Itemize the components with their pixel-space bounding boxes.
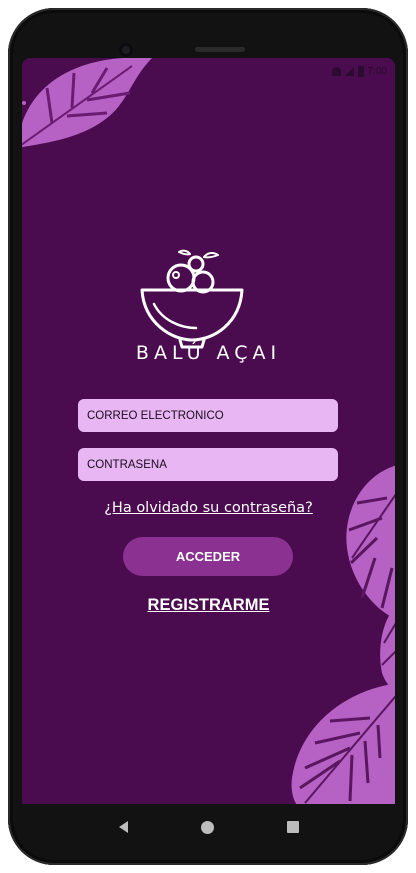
system-nav-bar <box>22 804 395 850</box>
earpiece-speaker <box>195 47 245 52</box>
back-icon[interactable] <box>118 821 128 833</box>
monstera-leaf-small-right-icon <box>380 607 395 691</box>
password-field[interactable] <box>78 448 338 481</box>
signal-icon <box>344 66 354 76</box>
status-time: 7:00 <box>367 65 387 77</box>
register-link[interactable]: REGISTRARME <box>22 596 395 615</box>
brand-name: BALÚ AÇAI <box>135 342 282 364</box>
email-field[interactable] <box>78 399 338 432</box>
home-icon[interactable] <box>200 820 214 834</box>
status-bar: 7:00 <box>331 63 387 79</box>
forgot-password-link[interactable]: ¿Ha olvidado su contraseña? <box>22 500 395 516</box>
wifi-icon <box>331 66 341 76</box>
login-button[interactable]: ACCEDER <box>123 537 293 576</box>
front-camera <box>119 43 133 57</box>
recents-icon[interactable] <box>286 821 299 833</box>
monstera-leaf-top-left-icon <box>22 58 152 148</box>
battery-icon <box>357 65 364 77</box>
app-screen: 7:00 BALÚ AÇAI ¿Ha olvidado su contraseñ… <box>22 58 395 804</box>
monstera-leaf-bottom-right-icon <box>291 683 395 804</box>
